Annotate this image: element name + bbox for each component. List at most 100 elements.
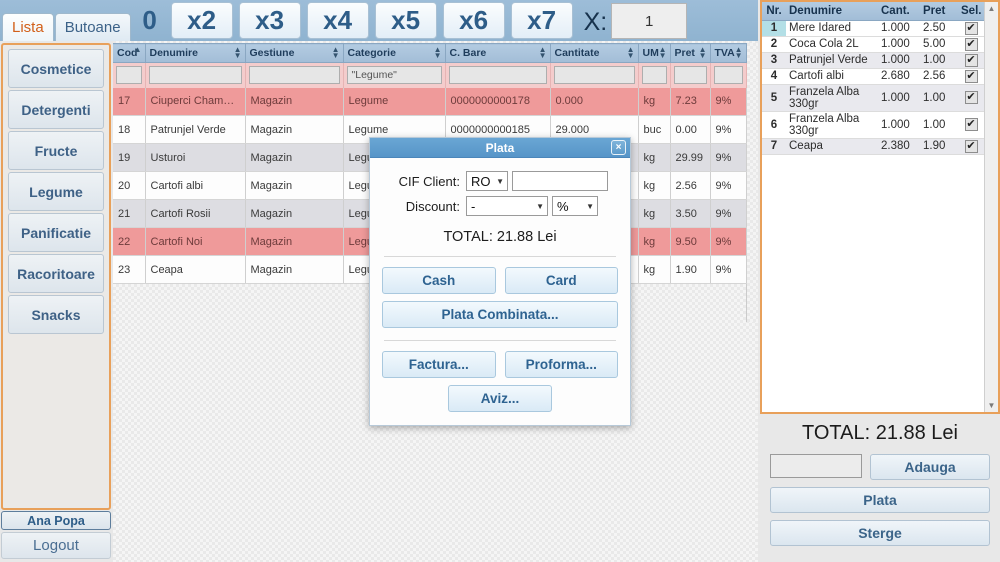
multiplier-button-x3[interactable]: x3 xyxy=(238,2,301,39)
list-item[interactable]: 5 Franzela Alba 330gr 1.000 1.00 ✔ xyxy=(762,84,984,112)
multiplier-button-0[interactable]: 0 xyxy=(135,2,165,39)
sort-ascending-icon: ▲ xyxy=(133,45,142,54)
multiplier-button-x5[interactable]: x5 xyxy=(374,2,437,39)
cart-select-checkbox[interactable]: ✔ xyxy=(964,139,978,153)
grid-column-gestiune[interactable]: Gestiune ▲ ▼ xyxy=(245,43,344,63)
scroll-up-icon[interactable]: ▲ xyxy=(985,2,998,15)
current-user-button[interactable]: Ana Popa xyxy=(1,511,111,530)
cart-select-checkbox[interactable]: ✔ xyxy=(964,21,978,35)
filter-input-tva[interactable] xyxy=(713,66,743,85)
multiplier-button-x2[interactable]: x2 xyxy=(170,2,233,39)
aviz-button[interactable]: Aviz... xyxy=(448,385,552,412)
cart-scrollbar[interactable]: ▲ ▼ xyxy=(984,2,998,412)
cart-select-checkbox[interactable]: ✔ xyxy=(964,69,978,83)
sidebar-item-cosmetice[interactable]: Cosmetice xyxy=(8,49,104,88)
discount-select[interactable]: - ▼ xyxy=(466,196,548,216)
list-item[interactable]: 7 Ceapa 2.380 1.90 ✔ xyxy=(762,138,984,155)
cell-categorie: Legume xyxy=(343,87,446,116)
cif-prefix-select[interactable]: RO ▼ xyxy=(466,171,508,191)
sidebar-item-legume[interactable]: Legume xyxy=(8,172,104,211)
card-button[interactable]: Card xyxy=(504,267,618,294)
cell-denumire: Patrunjel Verde xyxy=(145,115,246,144)
cell-cod: 23 xyxy=(113,255,146,284)
logout-button[interactable]: Logout xyxy=(1,532,111,559)
cart-select-checkbox[interactable]: ✔ xyxy=(964,91,978,104)
grid-column-cantitate[interactable]: Cantitate ▲ ▼ xyxy=(550,43,639,63)
grid-column-categorie[interactable]: Categorie ▲ ▼ xyxy=(343,43,446,63)
cash-button[interactable]: Cash xyxy=(382,267,496,294)
grid-column-cbare[interactable]: C. Bare ▲ ▼ xyxy=(445,43,551,63)
sidebar-item-racoritoare[interactable]: Racoritoare xyxy=(8,254,104,293)
cif-client-input[interactable] xyxy=(512,171,608,191)
multiplier-field-label: X: xyxy=(583,8,608,36)
filter-cell-tva xyxy=(710,62,747,88)
filter-input-cantitate[interactable] xyxy=(553,66,635,85)
tab-butoane[interactable]: Butoane xyxy=(54,13,131,41)
cart-cell-nr: 7 xyxy=(762,138,786,155)
close-icon[interactable]: × xyxy=(611,140,626,155)
multiplier-input[interactable]: 1 xyxy=(611,3,688,39)
grid-column-um[interactable]: UM ▲ ▼ xyxy=(638,43,671,63)
discount-unit-select[interactable]: % ▼ xyxy=(552,196,598,216)
combined-payment-button[interactable]: Plata Combinata... xyxy=(382,301,618,328)
cart-actions-panel: TOTAL: 21.88 Lei Adauga Plata Sterge xyxy=(760,416,1000,562)
cell-gestiune: Magazin xyxy=(245,227,344,256)
filter-input-cod[interactable] xyxy=(116,66,142,85)
pos-application: Lista Butoane 0 x2 x3 x4 x5 x6 x7 X: 1 C… xyxy=(0,0,1000,562)
check-icon: ✔ xyxy=(966,37,976,50)
multiplier-button-x4[interactable]: x4 xyxy=(306,2,369,39)
factura-button-label: Factura... xyxy=(408,357,469,372)
cart-select-checkbox[interactable]: ✔ xyxy=(964,37,978,51)
grid-column-pret[interactable]: Pret ▲ ▼ xyxy=(670,43,711,63)
table-row[interactable]: 17 Ciuperci Champignon Magazin Legume 00… xyxy=(113,87,747,116)
list-item[interactable]: 3 Patrunjel Verde 1.000 1.00 ✔ xyxy=(762,52,984,69)
list-item[interactable]: 6 Franzela Alba 330gr 1.000 1.00 ✔ xyxy=(762,111,984,139)
sidebar-item-detergenti[interactable]: Detergenti xyxy=(8,90,104,129)
sidebar-item-panificatie[interactable]: Panificatie xyxy=(8,213,104,252)
tab-lista[interactable]: Lista xyxy=(2,13,54,41)
discount-value: - xyxy=(471,198,476,214)
factura-button[interactable]: Factura... xyxy=(382,351,496,378)
filter-input-cbare[interactable] xyxy=(448,66,547,85)
pay-button[interactable]: Plata xyxy=(770,487,990,513)
filter-input-um[interactable] xyxy=(641,66,667,85)
list-item[interactable]: 2 Coca Cola 2L 1.000 5.00 ✔ xyxy=(762,36,984,53)
cart-cell-pret: 2.50 xyxy=(920,20,958,37)
discount-row: Discount: - ▼ % ▼ xyxy=(382,196,618,216)
grid-column-denumire[interactable]: Denumire ▲ ▼ xyxy=(145,43,246,63)
sidebar-item-snacks[interactable]: Snacks xyxy=(8,295,104,334)
cart-column-cant: Cant. xyxy=(878,2,920,21)
cell-denumire: Cartofi Noi xyxy=(145,227,246,256)
scroll-down-icon[interactable]: ▼ xyxy=(985,399,998,412)
sort-both-icon: ▲ ▼ xyxy=(538,45,547,60)
cell-um: kg xyxy=(638,87,671,116)
sort-both-icon: ▲ ▼ xyxy=(233,45,242,60)
sidebar-item-fructe[interactable]: Fructe xyxy=(8,131,104,170)
document-row: Factura... Proforma... xyxy=(382,351,618,378)
multiplier-x5-label: x5 xyxy=(391,5,421,35)
grid-column-cod[interactable]: Cod ▲ xyxy=(113,43,146,63)
cell-pret: 3.50 xyxy=(670,199,711,228)
list-item[interactable]: 1 Mere Idared 1.000 2.50 ✔ xyxy=(762,20,984,37)
multiplier-button-x6[interactable]: x6 xyxy=(442,2,505,39)
cart-select-checkbox[interactable]: ✔ xyxy=(964,118,978,131)
list-item[interactable]: 4 Cartofi albi 2.680 2.56 ✔ xyxy=(762,68,984,85)
add-button[interactable]: Adauga xyxy=(870,454,990,480)
cart-cell-name: Coca Cola 2L xyxy=(786,36,878,53)
quantity-input[interactable] xyxy=(770,454,862,478)
multiplier-button-x7[interactable]: x7 xyxy=(510,2,573,39)
cart-select-checkbox[interactable]: ✔ xyxy=(964,53,978,67)
filter-input-denumire[interactable] xyxy=(148,66,242,85)
check-icon: ✔ xyxy=(966,69,976,82)
filter-cell-gestiune xyxy=(245,62,344,88)
cart-cell-name: Cartofi albi xyxy=(786,68,878,85)
tab-butoane-label: Butoane xyxy=(64,19,121,36)
filter-input-gestiune[interactable] xyxy=(248,66,340,85)
cell-pret: 7.23 xyxy=(670,87,711,116)
delete-button[interactable]: Sterge xyxy=(770,520,990,546)
proforma-button[interactable]: Proforma... xyxy=(504,351,618,378)
cart-cell-nr: 2 xyxy=(762,36,786,53)
grid-column-tva[interactable]: TVA ▲ ▼ xyxy=(710,43,747,63)
filter-input-pret[interactable] xyxy=(673,66,707,85)
filter-input-categorie[interactable]: "Legume" xyxy=(346,66,442,85)
